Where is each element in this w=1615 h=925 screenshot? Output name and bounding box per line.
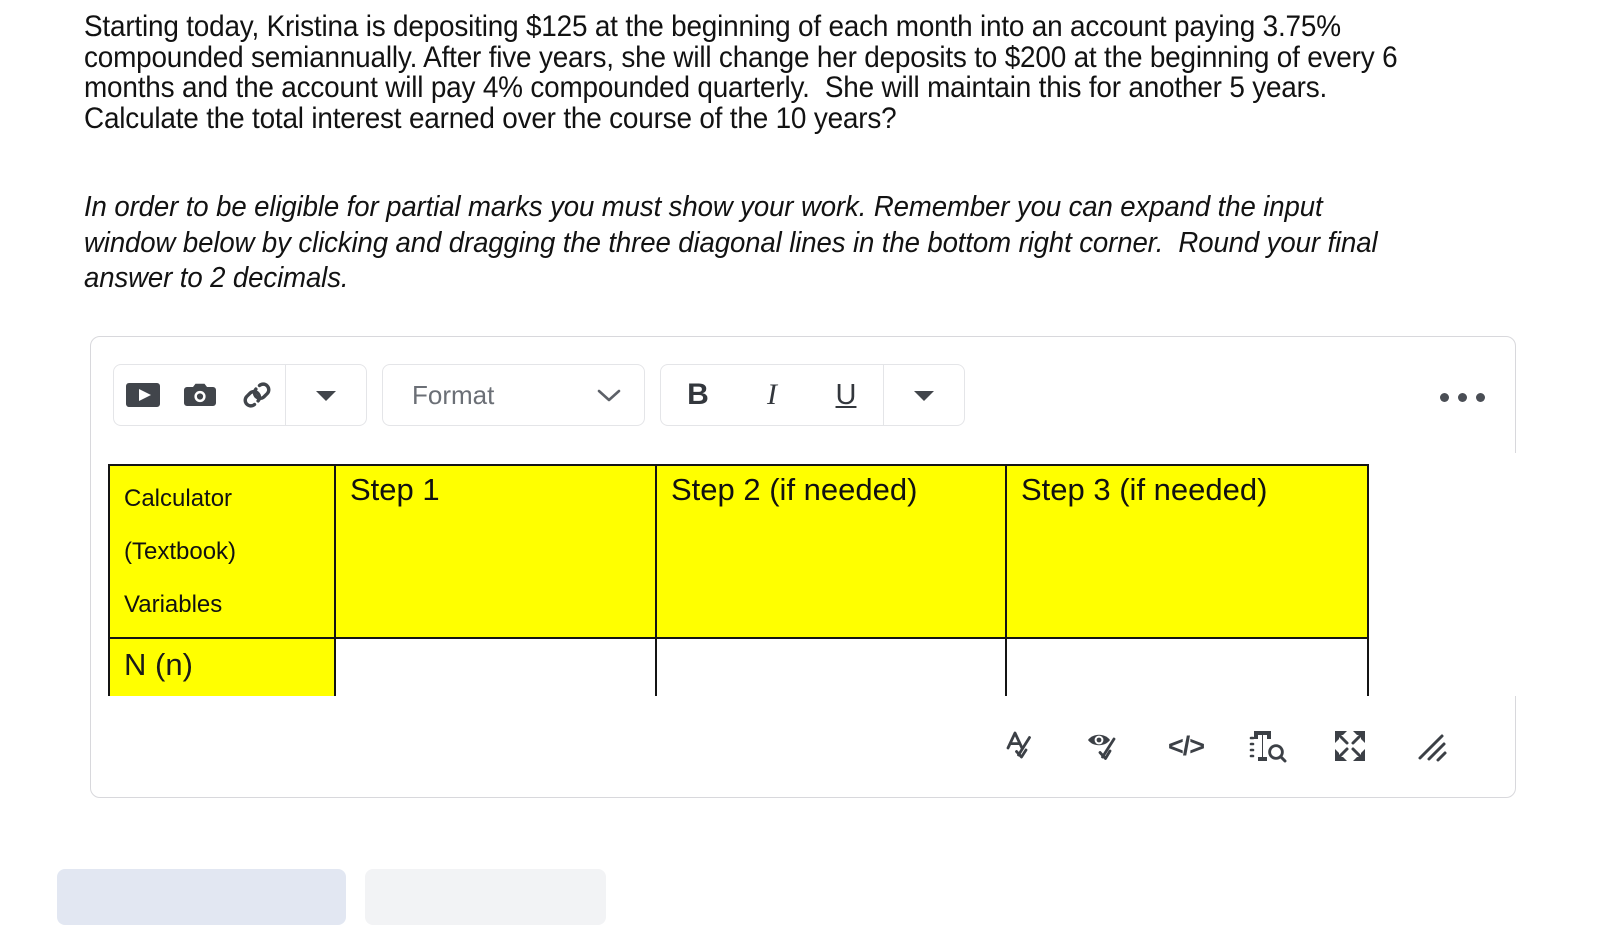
insert-video-button[interactable]	[114, 365, 171, 425]
word-count-icon	[1248, 726, 1288, 766]
italic-button[interactable]: I	[735, 365, 809, 425]
work-table[interactable]: Calculator (Textbook) Variables Step 1 S…	[108, 464, 1369, 696]
secondary-action-button[interactable]	[365, 869, 606, 925]
table-header-step-2[interactable]: Step 2 (if needed)	[655, 464, 1007, 639]
ellipsis-dot	[1476, 393, 1485, 402]
word-count-button[interactable]	[1245, 723, 1291, 769]
table-header-step-3[interactable]: Step 3 (if needed)	[1005, 464, 1369, 639]
cell-step2[interactable]	[655, 637, 1007, 696]
accessibility-check-icon	[1083, 726, 1125, 766]
chevron-down-icon	[596, 387, 622, 403]
insert-link-button[interactable]	[228, 365, 285, 425]
format-select-label: Format	[412, 379, 495, 410]
cell-step1[interactable]	[334, 637, 657, 696]
header-line: (Textbook)	[124, 538, 237, 565]
spellcheck-button[interactable]	[999, 723, 1045, 769]
fullscreen-icon	[1330, 726, 1370, 766]
caret-down-icon	[912, 387, 936, 403]
editor-more-options-button[interactable]	[1436, 385, 1489, 410]
ellipsis-dot	[1440, 393, 1449, 402]
question-prose: Starting today, Kristina is depositing $…	[84, 10, 1504, 135]
insert-more-button[interactable]	[286, 365, 366, 425]
table-row: N (n)	[108, 637, 1369, 696]
primary-action-button[interactable]	[57, 869, 346, 925]
camera-icon	[181, 380, 219, 410]
insert-image-button[interactable]	[171, 365, 228, 425]
html-editor-button[interactable]: </>	[1163, 723, 1209, 769]
question-instructions: In order to be eligible for partial mark…	[84, 191, 1386, 294]
ellipsis-dot	[1458, 393, 1467, 402]
fullscreen-button[interactable]	[1327, 723, 1373, 769]
caret-down-icon	[314, 387, 338, 403]
video-icon	[125, 381, 161, 409]
table-header-calculator-variables[interactable]: Calculator (Textbook) Variables	[108, 464, 336, 639]
cell-step3[interactable]	[1005, 637, 1369, 696]
accessibility-check-button[interactable]	[1081, 723, 1127, 769]
text-style-more-button[interactable]	[884, 365, 964, 425]
resize-handle-icon	[1412, 726, 1452, 766]
table-header-step-1[interactable]: Step 1	[334, 464, 657, 639]
header-line: Calculator	[124, 485, 233, 512]
spellcheck-icon	[1002, 726, 1042, 766]
text-style-group: B I U	[660, 364, 965, 426]
row-label-n[interactable]: N (n)	[108, 637, 336, 696]
editor-toolbar: Format B I U	[91, 337, 1515, 453]
code-icon: </>	[1167, 730, 1205, 761]
header-line: Variables	[124, 591, 223, 618]
editor-content-area[interactable]: Calculator (Textbook) Variables Step 1 S…	[92, 453, 1516, 696]
format-select[interactable]: Format	[382, 364, 645, 426]
underline-button[interactable]: U	[809, 365, 883, 425]
link-icon	[239, 377, 275, 413]
insert-tools-group	[113, 364, 367, 426]
editor-status-bar: </>	[91, 695, 1515, 797]
question-body: Starting today, Kristina is depositing $…	[84, 10, 1405, 135]
bold-button[interactable]: B	[661, 365, 735, 425]
table-row: Calculator (Textbook) Variables Step 1 S…	[108, 464, 1369, 639]
resize-handle[interactable]	[1409, 723, 1455, 769]
rich-text-editor: Format B I U Calculator (Textbook) Varia…	[90, 336, 1516, 798]
